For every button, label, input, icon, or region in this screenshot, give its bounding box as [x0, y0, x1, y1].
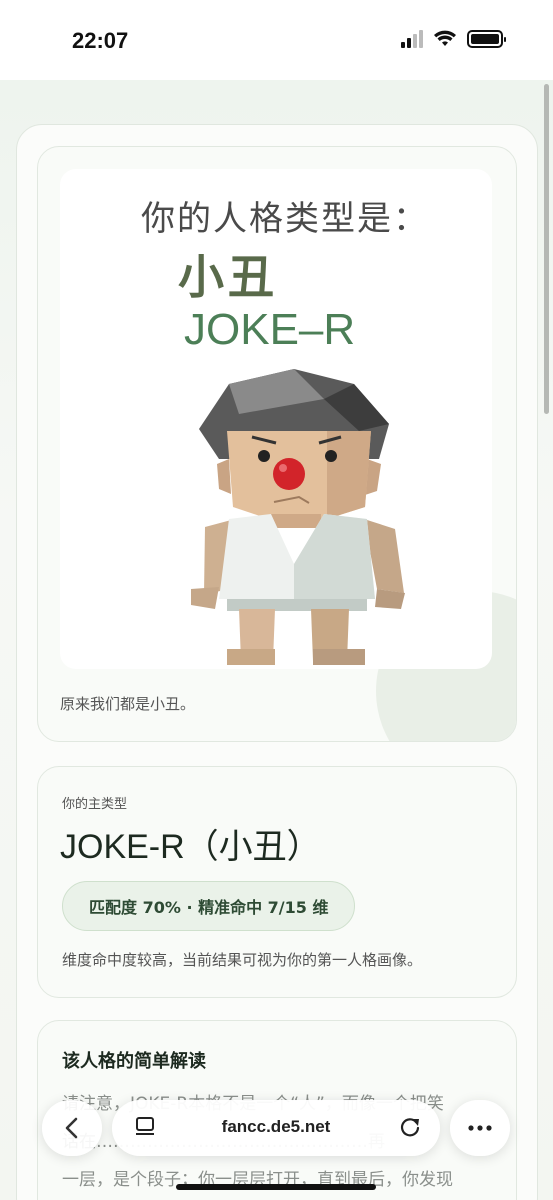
signal-icon — [401, 30, 423, 48]
clown-figure-illustration — [191, 369, 405, 665]
interpretation-line: 一层，是个段子；你一层层打开，直到最后，你发现 — [62, 1170, 453, 1190]
status-bar: 22:07 — [0, 0, 553, 80]
url-text[interactable]: fancc.de5.net — [112, 1117, 440, 1137]
personality-image-card: 你的人格类型是： 小丑 JOKE–R 原来我们都是小丑。 — [37, 146, 517, 742]
back-button[interactable] — [42, 1100, 102, 1156]
scrollbar[interactable] — [544, 84, 549, 414]
battery-icon — [467, 30, 506, 48]
clown-nose — [273, 458, 305, 490]
status-icons — [401, 30, 506, 48]
image-caption: 原来我们都是小丑。 — [60, 695, 196, 713]
main-type-subtitle: 你的主类型 — [62, 797, 128, 812]
main-type-card: 你的主类型 JOKE-R（小丑） 匹配度 70% · 精准命中 7/15 维 维… — [37, 766, 517, 998]
main-type-description: 维度命中度较高，当前结果可视为你的第一人格画像。 — [62, 951, 423, 969]
chevron-left-icon — [65, 1117, 78, 1139]
address-bar[interactable]: fancc.de5.net — [112, 1100, 440, 1156]
match-score-badge: 匹配度 70% · 精准命中 7/15 维 — [62, 881, 356, 931]
reload-icon[interactable] — [398, 1115, 422, 1139]
main-type-name: JOKE-R（小丑） — [60, 828, 321, 866]
interpretation-title: 该人格的简单解读 — [62, 1051, 206, 1072]
more-button[interactable] — [450, 1100, 510, 1156]
more-icon — [468, 1125, 492, 1131]
home-indicator — [176, 1184, 376, 1190]
status-time: 22:07 — [72, 28, 129, 53]
wifi-icon — [434, 30, 456, 46]
personality-image: 你的人格类型是： 小丑 JOKE–R — [60, 169, 492, 669]
